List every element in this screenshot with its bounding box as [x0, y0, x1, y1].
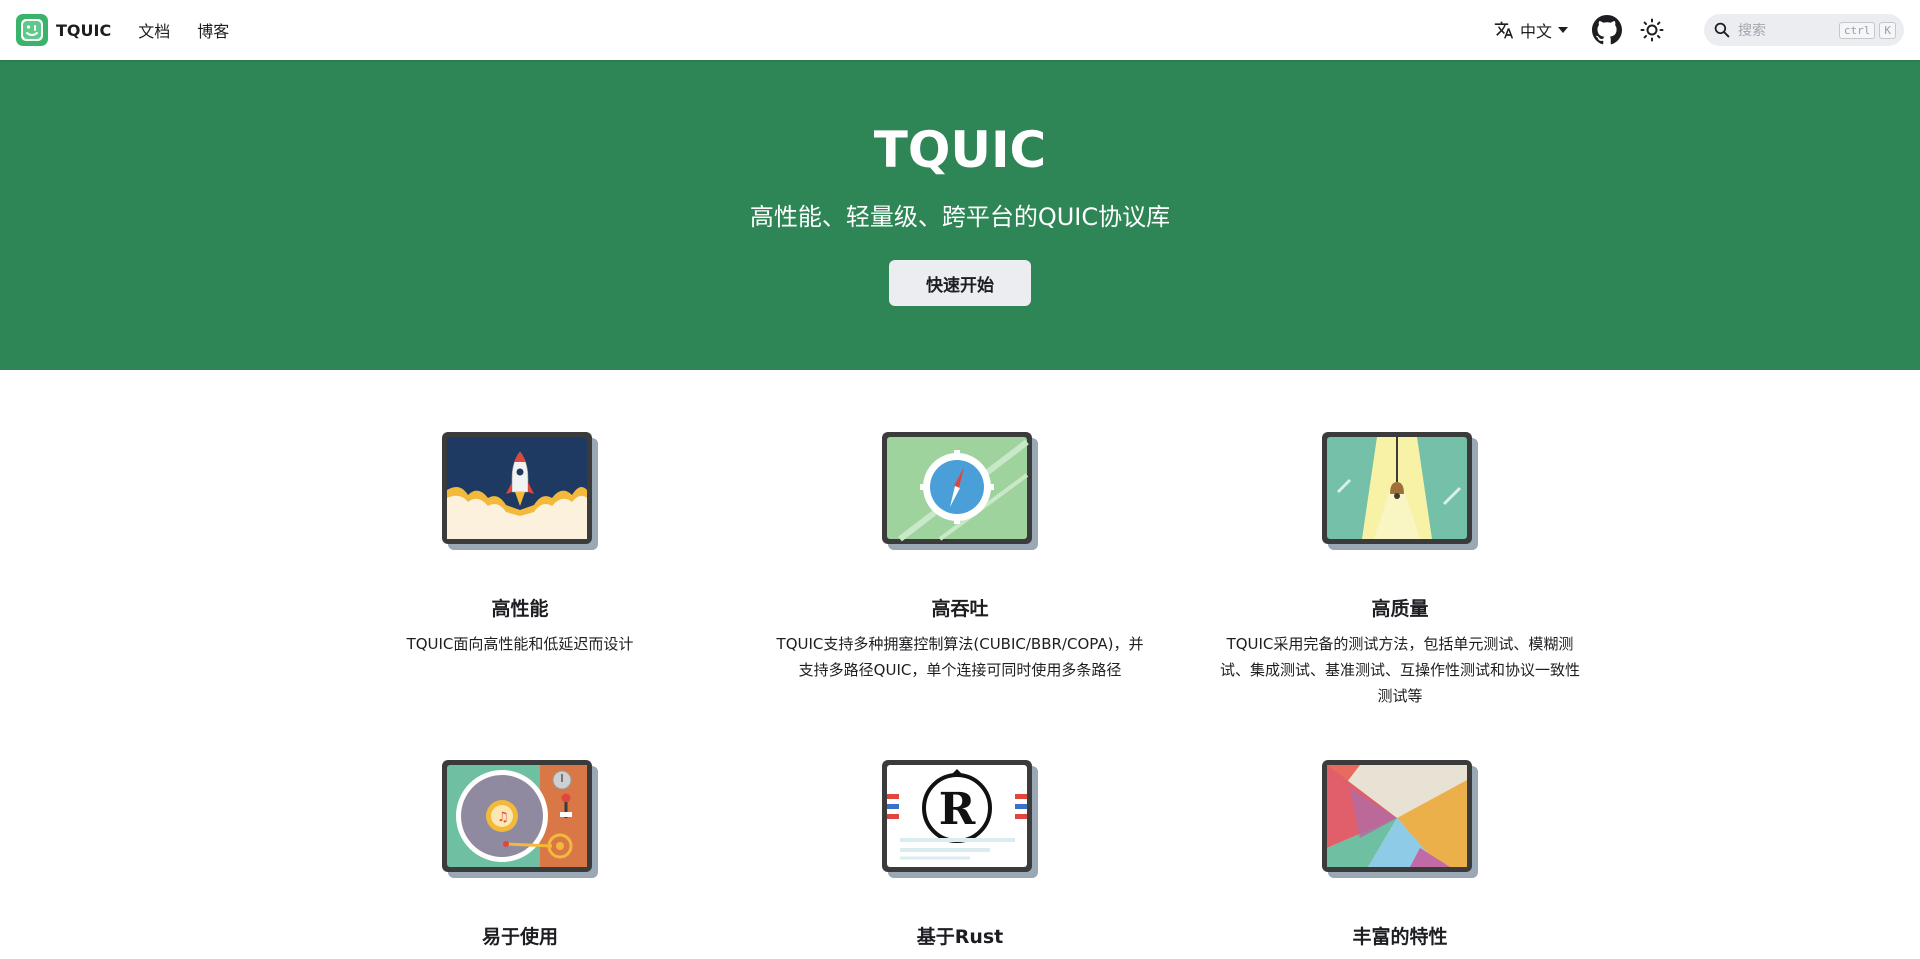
get-started-button[interactable]: 快速开始 — [889, 260, 1031, 306]
hero-subtitle: 高性能、轻量级、跨平台的QUIC协议库 — [749, 203, 1171, 231]
search-icon — [1714, 22, 1730, 38]
brand-link[interactable]: TQUIC — [16, 14, 111, 46]
feature-card-performance: 高性能 TQUIC面向高性能和低延迟而设计 — [320, 430, 720, 657]
nav-link-blog[interactable]: 博客 — [197, 18, 229, 42]
translate-icon — [1494, 21, 1514, 39]
feature-description: TQUIC面向高性能和低延迟而设计 — [406, 635, 634, 653]
nav-link-docs[interactable]: 文档 — [138, 18, 170, 42]
navbar-right: 中文 搜索 ctrl K — [1494, 14, 1904, 46]
feature-title: 丰富的特性 — [1352, 926, 1448, 948]
hero-banner: TQUIC 高性能、轻量级、跨平台的QUIC协议库 快速开始 — [0, 60, 1920, 370]
feature-title: 高吞吐 — [931, 598, 989, 620]
navbar: TQUIC 文档 博客 中文 搜索 ctrl K — [0, 0, 1920, 60]
spotlight-lamp-icon — [1322, 432, 1478, 550]
svg-text:♫: ♫ — [497, 810, 509, 825]
compass-icon — [882, 432, 1038, 550]
tquic-logo-icon — [16, 14, 48, 46]
github-icon[interactable] — [1592, 15, 1622, 45]
rust-logo-icon: R — [882, 760, 1038, 878]
feature-card-throughput: 高吞吐 TQUIC支持多种拥塞控制算法(CUBIC/BBR/COPA)，并支持多… — [760, 430, 1160, 683]
feature-title: 高性能 — [491, 598, 549, 620]
svg-text:R: R — [939, 784, 976, 835]
feature-card-rust: R 基于Rust — [760, 758, 1160, 959]
feature-card-rich-features: 丰富的特性 — [1200, 758, 1600, 959]
feature-card-easy-to-use: ♫ 易于使用 — [320, 758, 720, 959]
feature-title: 高质量 — [1371, 598, 1429, 620]
sun-icon[interactable] — [1640, 18, 1664, 42]
feature-description: TQUIC采用完备的测试方法，包括单元测试、模糊测试、集成测试、基准测试、互操作… — [1219, 635, 1580, 705]
language-dropdown[interactable]: 中文 — [1494, 18, 1568, 42]
feature-description: TQUIC支持多种拥塞控制算法(CUBIC/BBR/COPA)，并支持多路径QU… — [776, 635, 1144, 679]
search-placeholder: 搜索 — [1738, 23, 1766, 39]
rocket-launch-icon — [442, 432, 598, 550]
turntable-icon: ♫ — [442, 760, 598, 878]
hero-title: TQUIC — [873, 121, 1047, 179]
shortcut-key-k: K — [1879, 21, 1896, 39]
geometric-pattern-icon — [1322, 760, 1478, 878]
feature-title: 基于Rust — [916, 926, 1004, 948]
feature-title: 易于使用 — [481, 926, 558, 948]
shortcut-key-ctrl: ctrl — [1838, 21, 1876, 39]
chevron-down-icon — [1558, 27, 1568, 33]
language-label: 中文 — [1519, 22, 1552, 41]
search-box[interactable]: 搜索 ctrl K — [1704, 14, 1904, 46]
feature-card-quality: 高质量 TQUIC采用完备的测试方法，包括单元测试、模糊测试、集成测试、基准测试… — [1200, 430, 1600, 709]
brand-title: TQUIC — [56, 20, 112, 40]
